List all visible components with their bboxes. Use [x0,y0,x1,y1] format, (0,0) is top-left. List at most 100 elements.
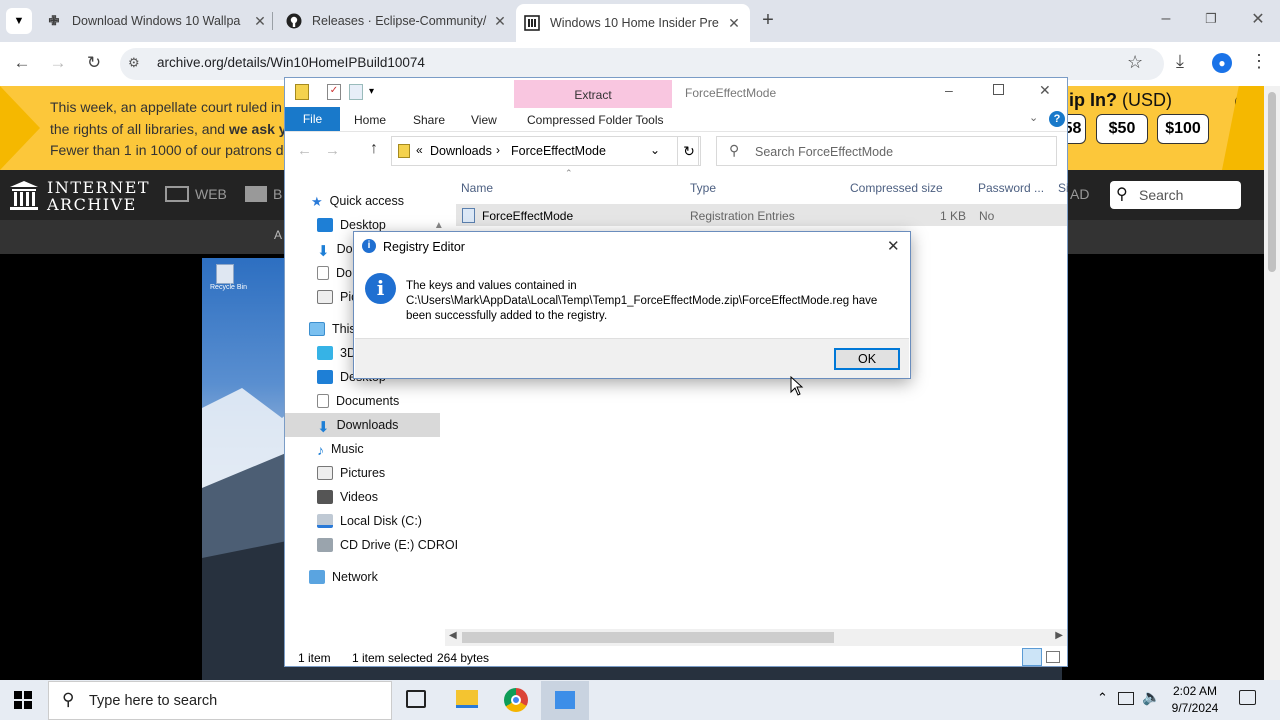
recycle-bin-icon[interactable]: Recycle Bin [210,264,247,298]
ia-search-input[interactable]: ⚲ Search [1110,181,1241,209]
new-tab-button[interactable]: + [757,8,779,32]
tab-title: Windows 10 Home Insider Pre [550,16,719,30]
explorer-close-button[interactable]: ✕ [1039,82,1051,99]
breadcrumb-forceeffectmode[interactable]: ForceEffectMode [511,144,606,158]
column-type[interactable]: Type [690,181,716,195]
network-icon [309,570,325,584]
nav-pictures-quick[interactable]: Pic [317,290,357,304]
chrome-taskbar-icon[interactable] [504,688,528,712]
nav-videos[interactable]: Videos [317,490,378,504]
close-window-button[interactable]: ✕ [1248,9,1268,29]
network-tray-icon[interactable] [1118,692,1134,705]
column-size[interactable]: Si [1058,181,1069,195]
nav-up-button[interactable]: ↑ [370,140,378,158]
customize-toolbar-icon[interactable]: ▾ [369,86,374,97]
volume-icon[interactable]: 🔈 [1142,688,1161,706]
profile-avatar[interactable]: ● [1212,53,1232,73]
url-text[interactable]: archive.org/details/Win10HomeIPBuild1007… [157,55,425,70]
back-button[interactable]: ← [9,50,35,76]
properties-icon[interactable]: ✓ [327,84,341,100]
breadcrumb-downloads[interactable]: Downloads [430,144,492,158]
details-view-button[interactable] [1022,648,1042,666]
close-icon[interactable]: ✕ [492,13,508,30]
dialog-close-button[interactable]: ✕ [887,237,900,255]
explorer-address-bar[interactable]: « Downloads › ForceEffectMode ⌄ [391,136,699,166]
forward-button[interactable]: → [45,50,71,76]
row-type: Registration Entries [690,209,795,223]
page-scrollbar[interactable] [1264,86,1280,680]
file-explorer-taskbar-icon[interactable] [456,690,478,708]
nav-quick-access[interactable]: ★ Quick access [311,194,404,209]
new-folder-icon[interactable] [349,84,363,100]
column-password[interactable]: Password ... [978,181,1044,195]
scroll-right-icon[interactable]: ▶ [1055,630,1063,641]
expand-ribbon-icon[interactable]: ⌄ [1029,111,1038,124]
active-app-taskbar-button[interactable] [541,681,589,720]
registry-app-icon [555,691,575,709]
ia-logo[interactable]: INTERNET ARCHIVE [10,179,150,213]
menu-kebab-icon[interactable]: ⋮ [1250,51,1268,72]
browser-tab-1[interactable]: ✙ Download Windows 10 Wallpa ✕ [46,6,268,36]
info-small-icon: i [362,239,376,253]
nav-this-pc[interactable]: This [309,322,356,336]
extract-context-tab[interactable]: Extract [514,80,672,108]
close-icon[interactable]: ✕ [252,13,268,30]
dialog-footer [355,338,909,378]
donate-amount-button[interactable]: $50 [1096,114,1148,144]
show-hidden-icons-icon[interactable]: ⌃ [1097,690,1108,706]
chevron-down-icon[interactable]: ⌄ [650,143,660,157]
scroll-thumb[interactable] [462,632,834,643]
column-compressed-size[interactable]: Compressed size [850,181,943,195]
ok-button[interactable]: OK [834,348,900,370]
help-icon[interactable]: ? [1049,111,1065,127]
explorer-minimize-button[interactable]: – [945,82,953,98]
nav-documents-quick[interactable]: Do [317,266,352,280]
explorer-search-input[interactable]: ⚲ Search ForceEffectMode [716,136,1057,166]
window-title: ForceEffectMode [685,86,777,100]
clock[interactable]: 2:02 AM 9/7/2024 [1166,683,1224,717]
ia-nav-books[interactable]: B [245,186,282,202]
task-view-icon[interactable] [406,690,426,708]
site-info-icon[interactable]: ⚙ [128,55,144,71]
tab-search-button[interactable]: ▼ [6,8,32,34]
nav-desktop[interactable]: Desktop ▲ [317,218,444,232]
explorer-maximize-button[interactable] [993,84,1004,95]
restore-window-button[interactable]: ❐ [1202,11,1220,29]
ia-nav-web[interactable]: WEB [165,186,227,202]
refresh-button[interactable]: ↻ [677,136,701,166]
nav-3d-objects[interactable]: 3D [317,346,356,360]
nav-pictures[interactable]: Pictures [317,466,385,480]
nav-downloads[interactable]: ⬇ Downloads [317,418,398,436]
nav-downloads-quick[interactable]: ⬇ Do [317,242,353,260]
nav-forward-button[interactable]: → [325,142,340,159]
downloads-icon[interactable]: ⤓ [1176,51,1184,72]
minimize-window-button[interactable]: – [1156,10,1176,30]
ia-nav-upload[interactable]: AD [1070,186,1089,202]
donate-amount-button[interactable]: $100 [1157,114,1209,144]
browser-tab-3[interactable]: Windows 10 Home Insider Pre ✕ [516,4,750,42]
scroll-thumb[interactable] [1268,92,1276,272]
ribbon-tab-compressed-folder-tools[interactable]: Compressed Folder Tools [527,113,664,127]
notifications-icon[interactable] [1239,690,1256,705]
ribbon-tab-view[interactable]: View [471,113,497,127]
reload-button[interactable]: ↻ [81,50,107,76]
ribbon-tab-share[interactable]: Share [413,113,445,127]
scroll-left-icon[interactable]: ◀ [449,630,457,641]
start-button[interactable] [13,690,33,710]
close-icon[interactable]: ✕ [726,15,742,32]
nav-local-disk[interactable]: Local Disk (C:) [317,514,422,528]
nav-back-button[interactable]: ← [297,142,312,159]
large-icons-view-button[interactable] [1046,651,1060,663]
taskbar-search-input[interactable]: ⚲ Type here to search [48,681,392,720]
ia-subnav-item[interactable]: A [274,228,282,242]
ribbon-tab-file[interactable]: File [285,107,340,131]
nav-network[interactable]: Network [309,570,378,584]
nav-cd-drive[interactable]: CD Drive (E:) CDROI [317,538,458,552]
bookmark-star-icon[interactable]: ☆ [1127,52,1143,73]
ribbon-tab-home[interactable]: Home [354,113,386,127]
column-name[interactable]: Name [461,181,493,195]
nav-music[interactable]: ♪ Music [317,442,364,458]
browser-tab-2[interactable]: Releases · Eclipse-Community/ ✕ [286,6,508,36]
horizontal-scrollbar[interactable]: ◀ ▶ [445,629,1067,646]
nav-documents[interactable]: Documents [317,394,399,408]
